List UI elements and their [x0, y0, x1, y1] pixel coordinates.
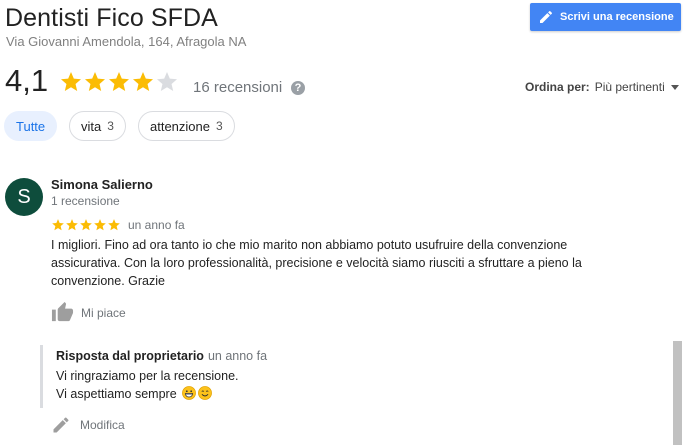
filter-chip-attenzione[interactable]: attenzione 3 — [138, 111, 235, 141]
chevron-down-icon — [670, 84, 679, 90]
sort-dropdown[interactable]: Ordina per: Più pertinenti — [525, 80, 679, 94]
pencil-icon — [538, 9, 554, 25]
pencil-icon — [53, 417, 69, 433]
review-count[interactable]: 16 recensioni — [193, 79, 282, 96]
reply-divider — [40, 345, 43, 408]
like-label: Mi piace — [81, 305, 126, 320]
filter-chip-label: Tutte — [16, 118, 46, 134]
write-review-button[interactable]: Scrivi una recensione — [530, 3, 681, 31]
owner-reply-text: Vi ringraziamo per la recensione. Vi asp… — [56, 367, 239, 403]
filter-chip-tutte[interactable]: Tutte — [4, 111, 58, 141]
star-empty-icon — [157, 72, 177, 91]
place-address: Via Giovanni Amendola, 164, Afragola NA — [6, 34, 247, 49]
rating-stars — [59, 70, 179, 94]
filter-chip-label: vita — [81, 118, 102, 134]
avatar[interactable]: S — [5, 178, 43, 216]
like-button[interactable]: Mi piace — [51, 301, 126, 324]
grinning-face-icon — [182, 386, 197, 400]
reviewer-name[interactable]: Simona Salierno — [51, 177, 153, 192]
help-icon[interactable]: ? — [291, 81, 305, 95]
star-filled-icon — [61, 72, 81, 91]
review-text: I migliori. Fino ad ora tanto io che mio… — [51, 238, 582, 288]
owner-reply-title: Risposta dal proprietario — [56, 349, 204, 363]
owner-reply-line: Vi aspettiamo sempre — [56, 387, 177, 401]
star-filled-icon — [85, 72, 105, 91]
star-filled-icon — [52, 219, 64, 231]
owner-reply-line: Vi ringraziamo per la recensione. — [56, 369, 239, 383]
average-rating: 4,1 — [5, 63, 49, 98]
star-filled-icon — [80, 219, 92, 231]
star-filled-icon — [133, 72, 153, 91]
owner-reply-time: un anno fa — [207, 349, 268, 363]
write-review-label: Scrivi una recensione — [560, 11, 674, 23]
filter-chip-count: 3 — [107, 119, 114, 133]
sort-value: Più pertinenti — [594, 80, 665, 94]
star-filled-icon — [108, 219, 120, 231]
edit-label: Modifica — [80, 418, 125, 432]
edit-reply-button[interactable]: Modifica — [51, 415, 125, 435]
review-stars — [51, 218, 121, 232]
sort-label: Ordina per: — [525, 80, 590, 94]
filter-chip-vita[interactable]: vita 3 — [69, 111, 126, 141]
filter-chip-count: 3 — [216, 119, 223, 133]
thumbs-up-icon — [51, 301, 74, 322]
star-filled-icon — [66, 219, 78, 231]
filter-chip-label: attenzione — [150, 118, 210, 134]
scrollbar-thumb[interactable] — [673, 341, 682, 445]
star-filled-icon — [109, 72, 129, 91]
reviewer-review-count: 1 recensione — [51, 194, 120, 208]
owner-reply-header: Risposta dal proprietario un anno fa — [56, 349, 267, 363]
star-filled-icon — [94, 219, 106, 231]
review-time: un anno fa — [128, 218, 185, 232]
smiling-face-icon — [198, 386, 213, 400]
place-title: Dentisti Fico SFDA — [5, 4, 218, 32]
